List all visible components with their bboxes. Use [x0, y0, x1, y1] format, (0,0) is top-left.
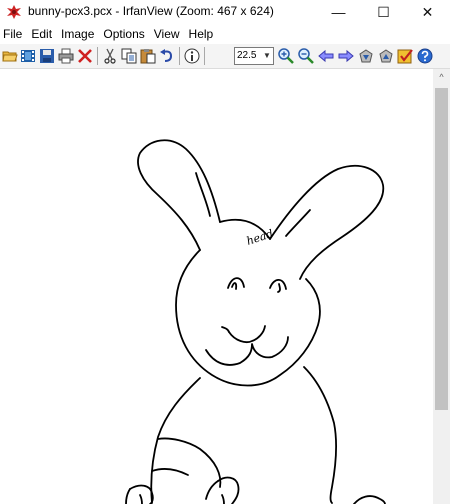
first-file-icon[interactable]: [358, 48, 374, 64]
image-canvas[interactable]: head: [0, 69, 433, 504]
zoom-select[interactable]: 22.5 ▼: [234, 47, 274, 65]
chevron-down-icon[interactable]: ▼: [261, 48, 273, 64]
window-title: bunny-pcx3.pcx - IrfanView (Zoom: 467 x …: [28, 4, 274, 18]
toolbar-separator: [179, 47, 180, 65]
delete-icon[interactable]: [77, 48, 93, 64]
save-icon[interactable]: [39, 48, 55, 64]
irfanview-window: bunny-pcx3.pcx - IrfanView (Zoom: 467 x …: [0, 0, 450, 504]
paste-icon[interactable]: [140, 48, 156, 64]
open-folder-icon[interactable]: [2, 48, 18, 64]
previous-icon[interactable]: [318, 48, 334, 64]
toolbar-separator: [97, 47, 98, 65]
slideshow-icon[interactable]: [20, 48, 36, 64]
menu-edit[interactable]: Edit: [27, 24, 57, 44]
minimize-icon: —: [331, 4, 346, 20]
copy-icon[interactable]: [121, 48, 137, 64]
vertical-scrollbar[interactable]: ^: [433, 69, 450, 504]
cut-icon[interactable]: [102, 48, 118, 64]
title-bar: bunny-pcx3.pcx - IrfanView (Zoom: 467 x …: [0, 0, 450, 24]
close-button[interactable]: ✕: [405, 0, 450, 24]
scroll-thumb[interactable]: [435, 88, 448, 410]
maximize-icon: ☐: [377, 3, 390, 20]
toolbar-separator: [204, 47, 205, 65]
irfanview-app-icon[interactable]: [6, 4, 22, 20]
print-icon[interactable]: [58, 48, 74, 64]
close-icon: ✕: [421, 3, 434, 20]
scroll-up-arrow[interactable]: ^: [433, 69, 450, 86]
toolbar: 22.5 ▼: [0, 44, 450, 69]
menu-options[interactable]: Options: [99, 24, 149, 44]
menu-file[interactable]: File: [0, 24, 27, 44]
menu-bar: File Edit Image Options View Help: [0, 24, 450, 44]
bunny-drawing: head: [125, 139, 386, 504]
minimize-button[interactable]: —: [316, 0, 361, 24]
next-icon[interactable]: [338, 48, 354, 64]
last-file-icon[interactable]: [378, 48, 394, 64]
options-icon[interactable]: [397, 48, 413, 64]
menu-help[interactable]: Help: [185, 24, 219, 44]
undo-icon[interactable]: [159, 48, 175, 64]
help-icon[interactable]: [417, 48, 433, 64]
menu-image[interactable]: Image: [57, 24, 99, 44]
zoom-value: 22.5: [237, 50, 257, 61]
zoom-out-icon[interactable]: [298, 48, 314, 64]
head-annotation: head: [245, 227, 275, 248]
zoom-in-icon[interactable]: [278, 48, 294, 64]
maximize-button[interactable]: ☐: [361, 0, 406, 24]
menu-view[interactable]: View: [150, 24, 185, 44]
info-icon[interactable]: [184, 48, 200, 64]
